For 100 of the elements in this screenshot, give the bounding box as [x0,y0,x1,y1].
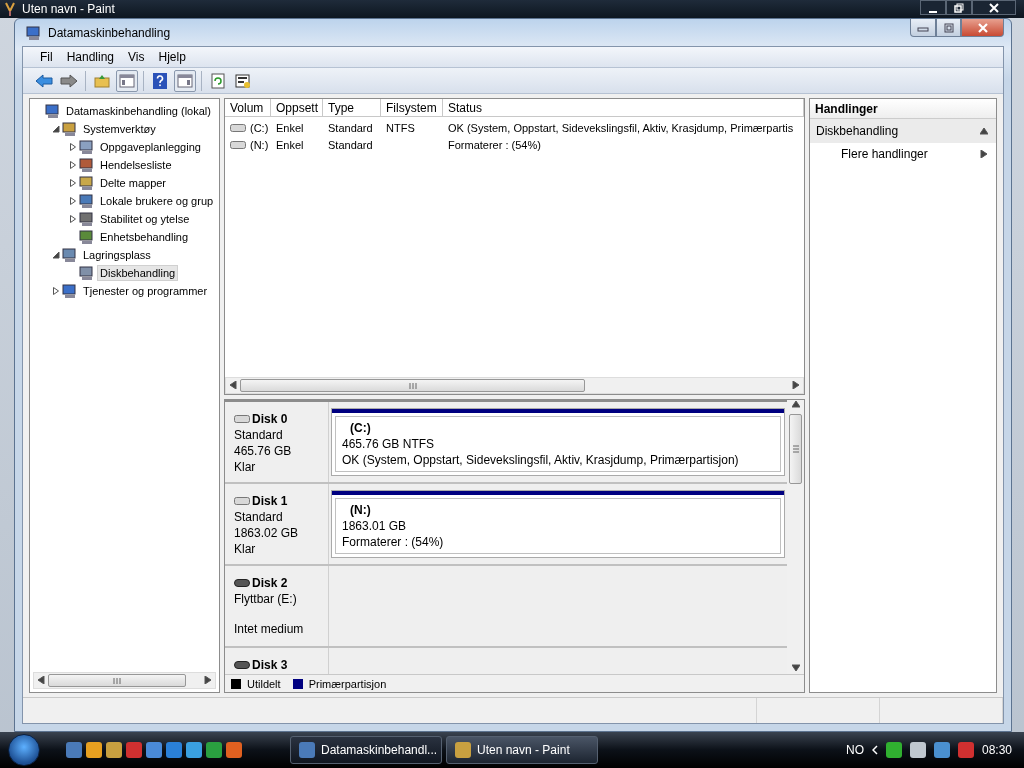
tree-item[interactable]: Oppgaveplanlegging [97,139,204,155]
menu-item[interactable]: Vis [121,50,152,64]
restore-icon [954,2,964,13]
column-header[interactable]: Oppsett [271,99,323,116]
collapsed-arrow-icon[interactable] [69,179,77,187]
network-icon[interactable] [933,742,950,758]
restore-button[interactable] [946,0,972,15]
column-header[interactable]: Type [323,99,381,116]
tray-icon[interactable] [909,742,926,758]
horizontal-scrollbar[interactable] [33,672,216,689]
menu-item[interactable]: Fil [33,50,60,64]
close-icon [976,22,989,33]
node-icon [62,121,78,137]
arrow-icon[interactable] [791,400,800,408]
expanded-arrow-icon[interactable] [52,251,60,259]
arrow-icon[interactable] [791,664,800,672]
column-header[interactable]: Status [443,99,804,116]
hard-drive-icon [234,414,250,424]
hard-drive-icon [230,140,246,149]
arrow-icon[interactable] [792,380,800,389]
disk-name: Disk 0 [252,412,288,426]
disk-detail: 1863.02 GB [234,526,300,540]
taskbar-button[interactable]: Uten navn - Paint [446,736,598,764]
node-icon [79,229,95,245]
section-label: Diskbehandling [816,124,899,138]
hard-drive-icon [234,496,250,506]
vertical-scrollbar[interactable] [787,400,804,674]
disk-detail: Klar [234,460,257,474]
disk-detail: Standard [234,428,284,442]
arrow-icon[interactable] [229,380,237,389]
tree-item[interactable]: Tjenester og programmer [80,283,211,299]
tree-item[interactable]: Stabilitet og ytelse [97,211,193,227]
action-item[interactable]: Flere handlinger [810,143,996,165]
menu-item[interactable]: Hjelp [151,50,193,64]
close-button[interactable] [972,0,1016,15]
disk-detail: Standard [234,510,284,524]
column-header[interactable]: Volum [225,99,271,116]
partition-block[interactable]: (N:) 1863.01 GB Formaterer : (54%) [331,490,785,558]
minimize-button[interactable] [920,0,946,15]
node-icon [62,247,78,263]
partition-size: 1863.01 GB [342,519,408,533]
node-icon [79,139,95,155]
disk-name: Disk 2 [252,576,288,590]
legend-label: Utildelt [247,677,281,690]
clock[interactable]: 08:30 [981,743,1012,757]
collapsed-arrow-icon[interactable] [52,287,60,295]
volume-muted-icon[interactable] [957,742,974,758]
tree-item[interactable]: Hendelsesliste [97,157,175,173]
table-cell: Enkel [276,121,304,134]
paintbrush-icon [4,2,16,16]
tree-item[interactable]: Lokale brukere og grup [97,193,217,209]
app-icon [455,742,471,758]
partition-block[interactable]: (C:) 465.76 GB NTFS OK (System, Oppstart, Sidevekslingsfil, Aktiv, Krasjdump, Primærpartisjon) [331,408,785,476]
collapsed-arrow-icon[interactable] [69,161,77,169]
expanded-arrow-icon[interactable] [52,125,60,133]
removable-drive-icon [234,578,250,588]
maximize-icon [943,22,954,33]
column-header[interactable]: Filsystem [381,99,443,116]
partition-label: (C:) [349,421,372,435]
window-title: Uten navn - Paint [22,2,115,16]
taskbar-button[interactable]: Datamaskinbehandl... [290,736,442,764]
node-icon [62,283,78,299]
partition-status: Formaterer : (54%) [342,535,445,549]
disk-detail: Intet medium [234,622,305,636]
tree-item[interactable]: Systemverktøy [80,121,159,137]
collapsed-arrow-icon[interactable] [69,215,77,223]
actions-toggle-button[interactable] [174,69,196,92]
tray-icon[interactable] [885,742,902,758]
collapsed-arrow-icon[interactable] [69,143,77,151]
arrow-icon[interactable] [204,675,212,684]
grip-icon [113,677,121,684]
node-icon [79,211,95,227]
arrow-icon[interactable] [37,675,45,684]
menu-item[interactable]: Handling [59,50,122,64]
collapse-arrow-icon[interactable] [980,127,988,135]
computer-icon [26,24,42,41]
collapsed-arrow-icon[interactable] [69,197,77,205]
tree-item[interactable]: Lagringsplass [80,247,154,263]
language-indicator[interactable]: NO [845,743,864,757]
tree-item[interactable]: Delte mapper [97,175,170,191]
node-icon [79,265,95,281]
tray-expand-icon[interactable] [871,745,878,755]
grip-icon [408,382,417,389]
table-cell: Standard [328,138,373,151]
grip-icon [792,445,799,453]
tree-item[interactable]: Diskbehandling [97,265,179,281]
start-button[interactable] [8,734,40,766]
window-title: Datamaskinbehandling [48,25,171,40]
actions-title: Handlinger [810,99,996,119]
tree-toggle-button[interactable] [116,69,138,92]
tree-item[interactable]: Enhetsbehandling [97,229,192,245]
partition-size: 465.76 GB NTFS [342,437,436,451]
actions-section[interactable]: Diskbehandling [810,119,996,143]
horizontal-scrollbar[interactable] [225,377,804,394]
removable-drive-icon [234,660,250,670]
tree-item[interactable]: Datamaskinbehandling (lokal) [63,103,214,119]
table-cell: Enkel [276,138,304,151]
partition-status: OK (System, Oppstart, Sidevekslingsfil, Aktiv, Krasjdump, Primærpartisjon) [342,453,740,467]
table-cell: Formaterer : (54%) [448,138,541,151]
legend-label: Primærpartisjon [308,677,387,690]
